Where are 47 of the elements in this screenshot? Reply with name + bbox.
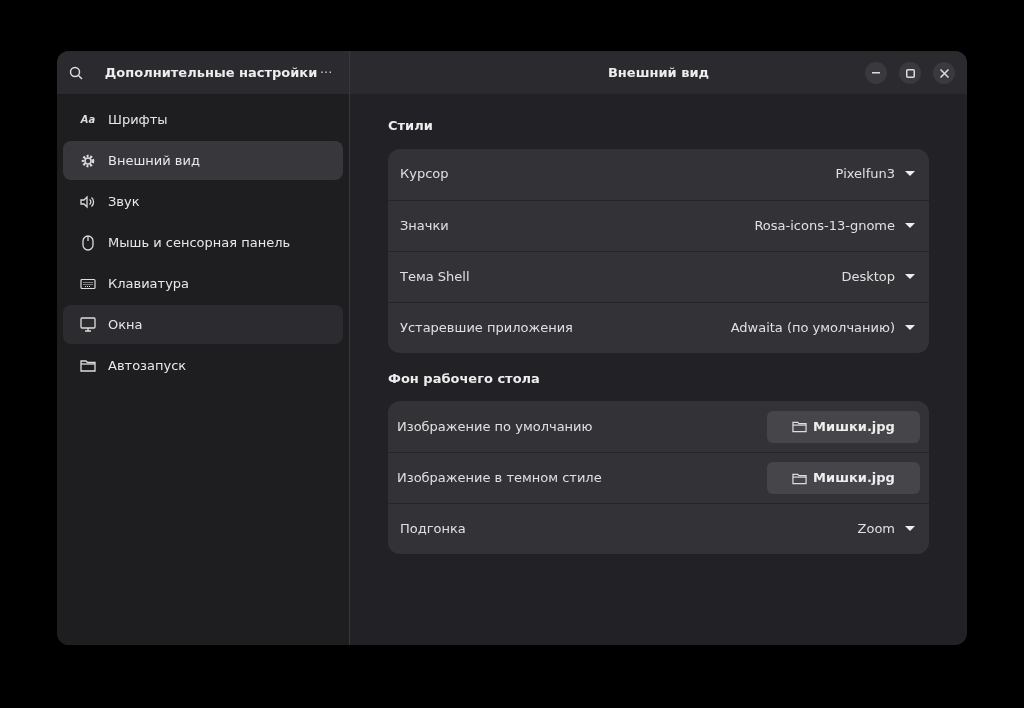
font-icon: Aa: [80, 114, 96, 125]
file-chooser-button[interactable]: Мишки.jpg: [767, 410, 920, 443]
dropdown[interactable]: Adwaita (по умолчанию): [730, 317, 915, 338]
folder-icon: [792, 471, 808, 485]
setting-label: Значки: [400, 216, 449, 235]
maximize-icon: [905, 68, 915, 78]
caret-icon: [905, 324, 915, 331]
speaker-icon: [80, 194, 96, 209]
setting-label: Изображение в темном стиле: [397, 469, 602, 488]
sidebar-item[interactable]: Внешний вид: [63, 141, 343, 180]
sidebar-title: Дополнительные настройки: [104, 63, 318, 82]
menu-button[interactable]: ···: [317, 60, 335, 85]
setting-label: Устаревшие приложения: [400, 318, 573, 337]
dropdown[interactable]: Desktop: [841, 266, 915, 287]
minimize-button[interactable]: [865, 62, 887, 84]
sidebar-item[interactable]: Aa Шрифты: [63, 100, 343, 139]
caret-icon: [905, 171, 915, 177]
setting-label: Изображение по умолчанию: [397, 417, 593, 436]
caret-icon: [905, 222, 915, 229]
dropdown[interactable]: Rosa-icons-13-gnome: [754, 215, 915, 236]
dropdown[interactable]: Zoom: [857, 519, 915, 539]
minimize-icon: [872, 72, 880, 74]
mouse-icon: [82, 234, 94, 251]
window-title: Внешний вид: [607, 63, 710, 82]
setting-label: Курсор: [400, 165, 449, 184]
file-chooser-button[interactable]: Мишки.jpg: [767, 462, 920, 494]
maximize-button[interactable]: [899, 62, 921, 84]
folder-icon: [80, 359, 96, 372]
section-heading: Фон рабочего стола: [388, 369, 540, 388]
dropdown[interactable]: Pixelfun3: [835, 164, 915, 184]
caret-icon: [905, 526, 915, 532]
sidebar-item[interactable]: Окна: [63, 305, 343, 344]
search-icon: [69, 65, 84, 80]
setting-label: Тема Shell: [400, 267, 470, 286]
section-heading: Стили: [388, 117, 433, 135]
gear-icon: [81, 153, 95, 168]
sidebar-item[interactable]: Звук: [63, 182, 343, 221]
close-button[interactable]: [933, 62, 955, 84]
monitor-icon: [80, 317, 96, 332]
close-icon: [939, 68, 949, 78]
setting-label: Подгонка: [400, 520, 466, 539]
sidebar-item[interactable]: Автозапуск: [63, 346, 343, 385]
sidebar-item[interactable]: Клавиатура: [63, 264, 343, 303]
caret-icon: [905, 273, 915, 280]
sidebar-item[interactable]: Мышь и сенсорная панель: [63, 223, 343, 262]
folder-icon: [792, 420, 808, 433]
keyboard-icon: [80, 277, 96, 290]
